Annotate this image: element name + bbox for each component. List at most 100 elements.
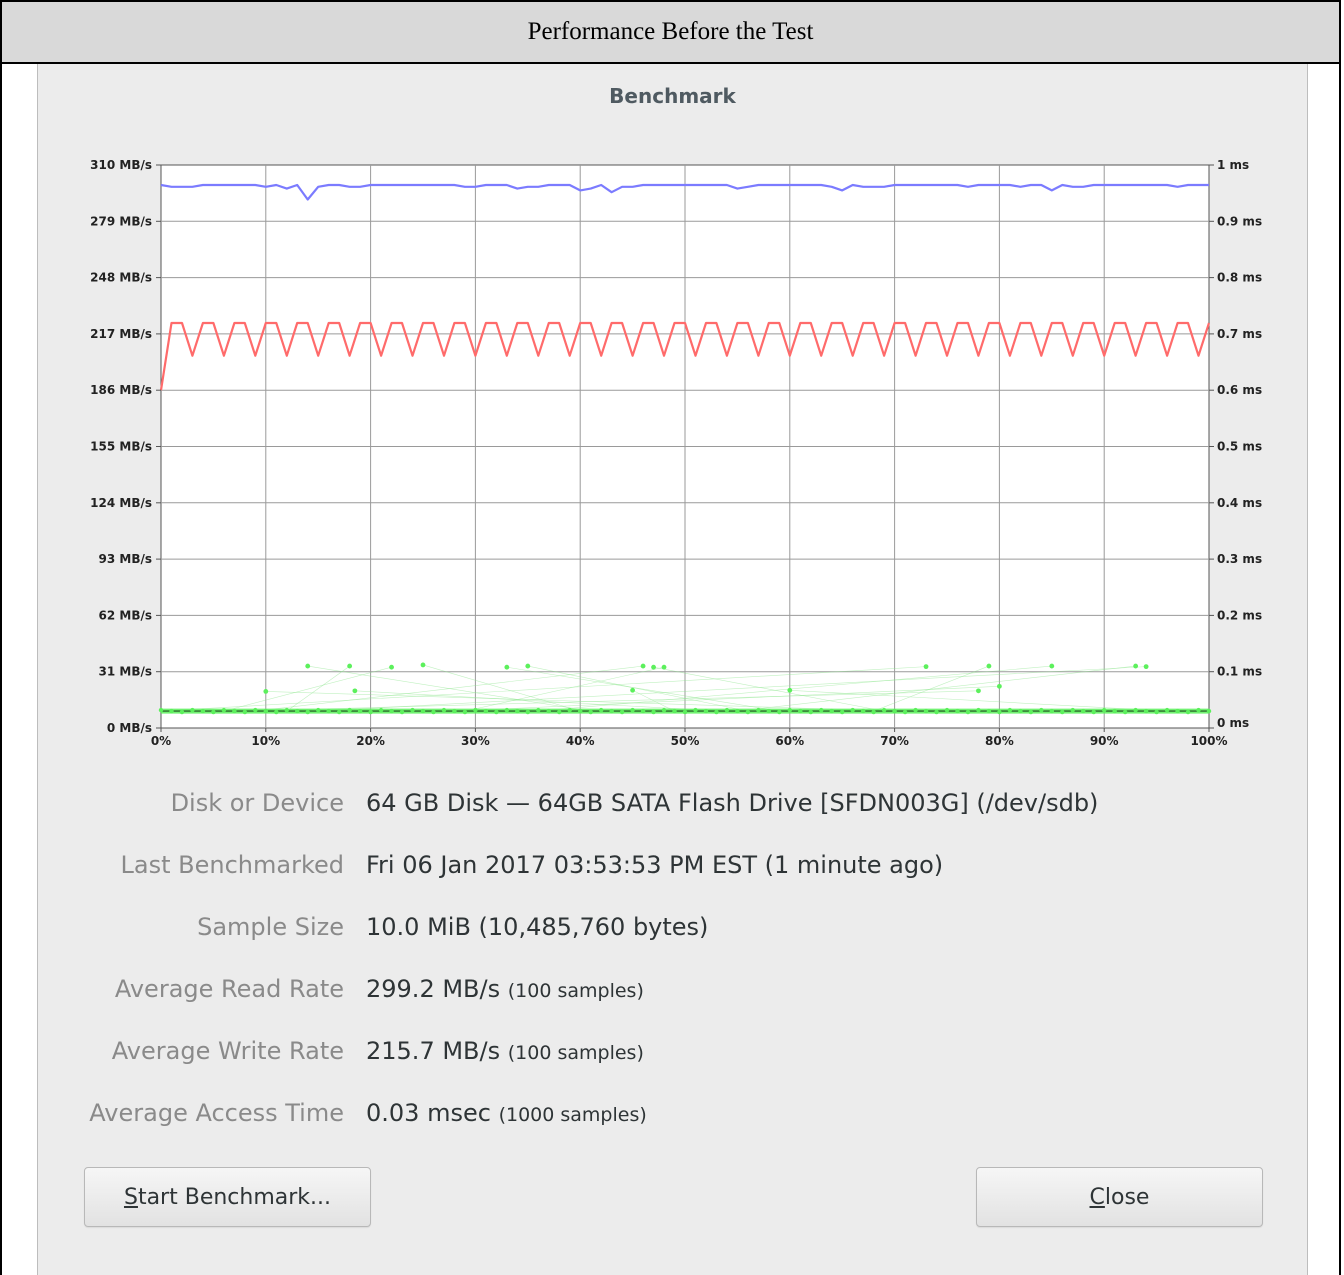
start-benchmark-button[interactable]: Start Benchmark... (84, 1167, 371, 1227)
access-time-point (1060, 709, 1065, 715)
info-label: Sample Size (197, 913, 344, 941)
access-time-point (232, 708, 237, 714)
start-label: tart Benchmark... (137, 1184, 332, 1210)
info-row: Average Read Rate 299.2 MB/s (100 samples… (38, 975, 1307, 1015)
access-time-point (536, 707, 541, 713)
access-time-point (1039, 707, 1044, 713)
close-mnemonic: C (1089, 1184, 1105, 1210)
left-axis-tick-label: 186 MB/s (90, 383, 152, 397)
access-time-point (923, 708, 929, 714)
access-time-point (609, 708, 614, 714)
access-time-outlier (630, 687, 635, 693)
access-time-point (1049, 708, 1054, 714)
info-value-main: Fri 06 Jan 2017 03:53:53 PM EST (1 minut… (366, 851, 944, 879)
info-row: Last Benchmarked Fri 06 Jan 2017 03:53:53… (38, 851, 1307, 891)
access-time-point (787, 707, 792, 713)
info-value-main: 0.03 msec (366, 1099, 491, 1127)
info-row: Average Write Rate 215.7 MB/s (100 sample… (38, 1037, 1307, 1077)
access-time-point (777, 709, 782, 715)
access-time-outlier (1143, 664, 1149, 670)
right-axis-tick-label: 0.6 ms (1217, 383, 1262, 397)
access-time-point (871, 709, 876, 715)
left-axis-tick-label: 279 MB/s (90, 214, 152, 228)
access-time-point (819, 707, 824, 713)
access-time-point (703, 708, 709, 714)
access-time-point (860, 708, 866, 714)
access-time-point (316, 707, 321, 713)
access-time-point (619, 709, 625, 715)
access-time-point (253, 707, 258, 713)
access-time-point (1018, 708, 1023, 714)
x-axis-tick-label: 80% (985, 734, 1014, 748)
access-time-point (997, 709, 1002, 715)
access-time-point (336, 709, 342, 715)
access-time-point (850, 707, 855, 713)
access-time-point (1185, 709, 1191, 715)
info-value: 0.03 msec (1000 samples) (366, 1099, 647, 1127)
access-time-point (1206, 708, 1212, 714)
access-time-point (399, 709, 405, 715)
right-axis-tick-label: 0.4 ms (1217, 496, 1262, 510)
info-row: Disk or Device 64 GB Disk — 64GB SATA Fla… (38, 789, 1307, 829)
right-axis-tick-label: 0.8 ms (1217, 271, 1262, 285)
right-axis-tick-label: 1 ms (1217, 158, 1249, 172)
x-axis-tick-label: 0% (151, 734, 171, 748)
right-axis-tick-label: 0.2 ms (1217, 608, 1262, 622)
info-value-main: 299.2 MB/s (366, 975, 501, 1003)
access-time-point (389, 708, 394, 714)
access-time-point (347, 707, 352, 713)
left-axis-tick-label: 31 MB/s (99, 665, 153, 679)
access-time-point (274, 709, 279, 715)
access-time-point (965, 709, 971, 715)
info-value-main: 10.0 MiB (10,485,760 bytes) (366, 913, 709, 941)
access-time-outlier (263, 689, 269, 694)
access-time-point (546, 708, 551, 714)
access-time-point (913, 707, 918, 713)
left-axis-tick-label: 93 MB/s (99, 552, 153, 566)
access-time-point (672, 708, 677, 714)
right-axis-tick-label: 0 ms (1217, 716, 1249, 730)
access-time-point (1164, 707, 1170, 713)
left-border-rule (0, 64, 2, 1275)
info-row: Average Access Time 0.03 msec (1000 sampl… (38, 1099, 1307, 1139)
access-time-point (598, 707, 604, 713)
access-time-point (1122, 709, 1128, 715)
access-time-point (693, 707, 698, 713)
x-axis-tick-label: 100% (1190, 734, 1227, 748)
access-time-point (242, 709, 248, 715)
right-axis-tick-label: 0.9 ms (1217, 214, 1262, 228)
access-time-point (724, 707, 730, 713)
access-time-point (955, 708, 960, 714)
access-time-point (661, 707, 667, 713)
access-time-point (976, 707, 981, 713)
access-time-outlier (640, 663, 646, 669)
access-time-point (840, 709, 845, 715)
access-time-point (263, 708, 268, 714)
access-time-point (735, 708, 740, 714)
access-time-outlier (661, 664, 667, 670)
left-axis-tick-label: 124 MB/s (90, 496, 152, 510)
benchmark-dialog: Benchmark 310 MB/s 279 MB/s 248 MB/s 217 MB… (37, 64, 1308, 1275)
benchmark-chart: 310 MB/s 279 MB/s 248 MB/s 217 MB/s 186 MB/s… (90, 158, 1262, 748)
access-time-point (179, 709, 185, 715)
access-time-point (200, 708, 206, 714)
access-time-outlier (986, 663, 992, 669)
access-time-point (420, 708, 426, 714)
right-axis-tick-label: 0.5 ms (1217, 440, 1262, 454)
x-axis-tick-label: 50% (671, 734, 700, 748)
x-axis-tick-label: 70% (880, 734, 909, 748)
access-time-point (682, 709, 688, 715)
close-button[interactable]: Close (976, 1167, 1263, 1227)
right-axis-tick-label: 0.3 ms (1217, 552, 1262, 566)
access-time-outlier (420, 662, 426, 668)
x-axis-tick-label: 30% (461, 734, 490, 748)
info-value: 64 GB Disk — 64GB SATA Flash Drive [SFDN… (366, 789, 1098, 817)
access-time-point (1175, 708, 1180, 714)
access-time-point (1007, 707, 1013, 713)
access-time-point (1143, 708, 1149, 714)
access-time-point (588, 709, 593, 715)
info-label: Disk or Device (170, 789, 344, 817)
access-time-point (986, 708, 992, 714)
info-value-detail: (100 samples) (507, 1042, 644, 1064)
access-time-point (441, 707, 447, 713)
